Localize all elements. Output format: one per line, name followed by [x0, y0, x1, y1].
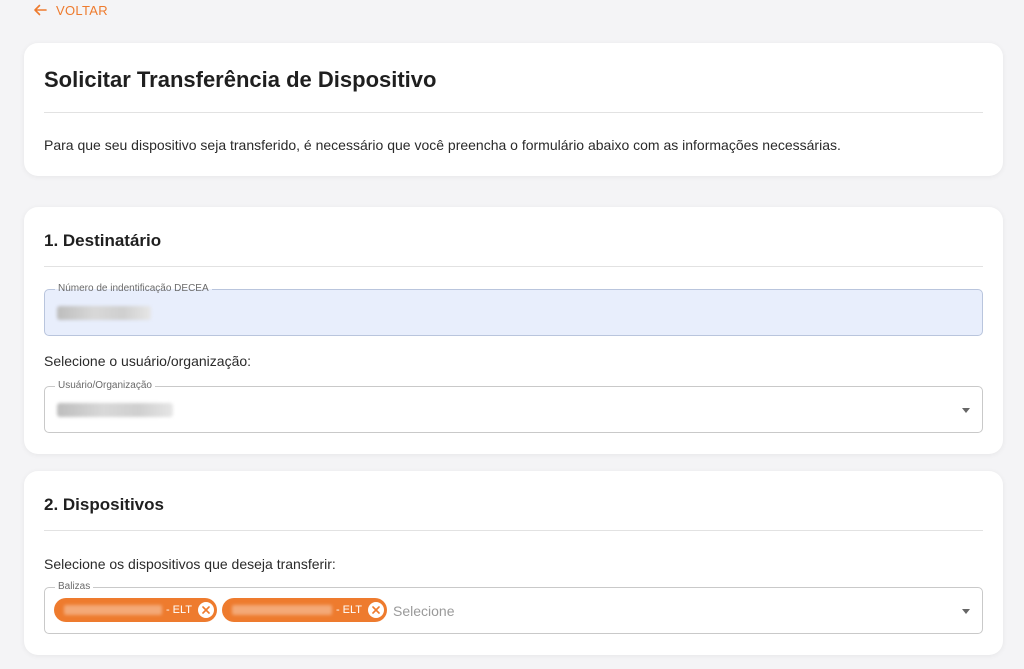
header-card: Solicitar Transferência de Dispositivo P… [24, 43, 1003, 176]
close-circle-icon[interactable] [368, 602, 384, 618]
devices-prompt: Selecione os dispositivos que deseja tra… [44, 556, 336, 572]
arrow-left-icon [34, 4, 47, 16]
decea-id-input[interactable]: Número de indentificação DECEA [44, 282, 983, 336]
destinatario-card: 1. Destinatário Número de indentificação… [24, 207, 1003, 454]
device-chip-suffix: - ELT [335, 604, 363, 616]
dispositivos-heading: 2. Dispositivos [44, 495, 164, 514]
device-chip[interactable]: - ELT [222, 598, 387, 622]
header-divider [44, 112, 983, 113]
balizas-label: Balizas [55, 580, 94, 594]
device-chip-suffix: - ELT [165, 604, 193, 616]
caret-down-icon[interactable] [962, 407, 970, 413]
balizas-placeholder[interactable]: Selecione [393, 603, 455, 619]
page-description: Para que seu dispositivo seja transferid… [44, 137, 841, 153]
user-select-prompt: Selecione o usuário/organização: [44, 353, 252, 369]
caret-down-icon[interactable] [962, 608, 970, 614]
decea-id-value-redacted [57, 306, 151, 320]
back-label: VOLTAR [56, 2, 108, 18]
decea-id-label: Número de indentificação DECEA [55, 282, 212, 296]
device-chip-name-redacted [232, 605, 332, 615]
user-organization-label: Usuário/Organização [55, 379, 155, 393]
destinatario-divider [44, 266, 983, 267]
dispositivos-divider [44, 530, 983, 531]
user-organization-value-redacted [57, 403, 173, 417]
device-chip-name-redacted [64, 605, 162, 615]
page-title: Solicitar Transferência de Dispositivo [44, 67, 437, 92]
destinatario-heading: 1. Destinatário [44, 231, 162, 250]
back-link[interactable]: VOLTAR [32, 2, 108, 18]
dispositivos-card: 2. Dispositivos Selecione os dispositivo… [24, 471, 1003, 655]
balizas-select[interactable]: Balizas - ELT - ELT Selecione [44, 580, 983, 634]
user-organization-select[interactable]: Usuário/Organização [44, 379, 983, 433]
close-circle-icon[interactable] [198, 602, 214, 618]
device-chip[interactable]: - ELT [54, 598, 217, 622]
